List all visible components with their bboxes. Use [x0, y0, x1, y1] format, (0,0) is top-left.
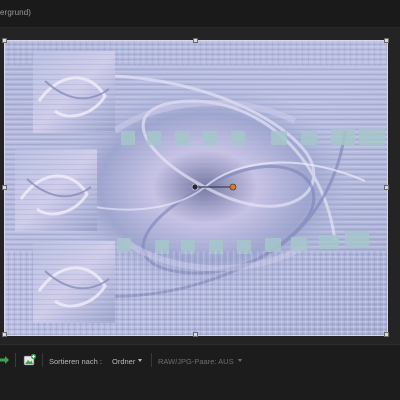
artwork	[5, 41, 387, 335]
pivot-icon[interactable]	[191, 183, 199, 191]
raw-jpg-pairs-toggle[interactable]: RAW/JPG-Paare: AUS	[158, 357, 234, 366]
resize-handle-bottom-right[interactable]	[384, 332, 389, 337]
chevron-down-icon[interactable]	[238, 359, 242, 362]
thumbnail-2	[15, 149, 97, 231]
rotate-handle-icon[interactable]	[229, 183, 237, 191]
sort-label: Sortieren nach :	[49, 357, 102, 366]
thumbnail-3	[33, 241, 115, 323]
status-divider	[151, 353, 152, 367]
status-divider	[15, 353, 16, 367]
status-bar: Sortieren nach : Ordner RAW/JPG-Paare: A…	[0, 344, 400, 400]
thumbnail-1	[33, 51, 115, 133]
image-canvas[interactable]	[4, 40, 388, 336]
resize-handle-bottom-left[interactable]	[2, 332, 7, 337]
status-divider	[42, 353, 43, 367]
resize-handle-left[interactable]	[2, 185, 7, 190]
photo-add-icon[interactable]	[22, 352, 38, 368]
arrow-right-icon[interactable]	[0, 354, 10, 366]
resize-handle-right[interactable]	[384, 185, 389, 190]
layer-title: ergrund)	[0, 8, 32, 17]
chevron-down-icon[interactable]	[138, 359, 142, 362]
resize-handle-top-left[interactable]	[2, 38, 7, 43]
workspace	[0, 28, 400, 344]
editor-window: ergrund) Sortieren nach: Ordner RAW/JPG…	[0, 0, 400, 400]
layer-header: ergrund)	[0, 0, 400, 28]
resize-handle-top[interactable]	[193, 38, 198, 43]
resize-handle-bottom[interactable]	[193, 332, 198, 337]
sort-dropdown[interactable]: Ordner	[112, 357, 135, 366]
resize-handle-top-right[interactable]	[384, 38, 389, 43]
